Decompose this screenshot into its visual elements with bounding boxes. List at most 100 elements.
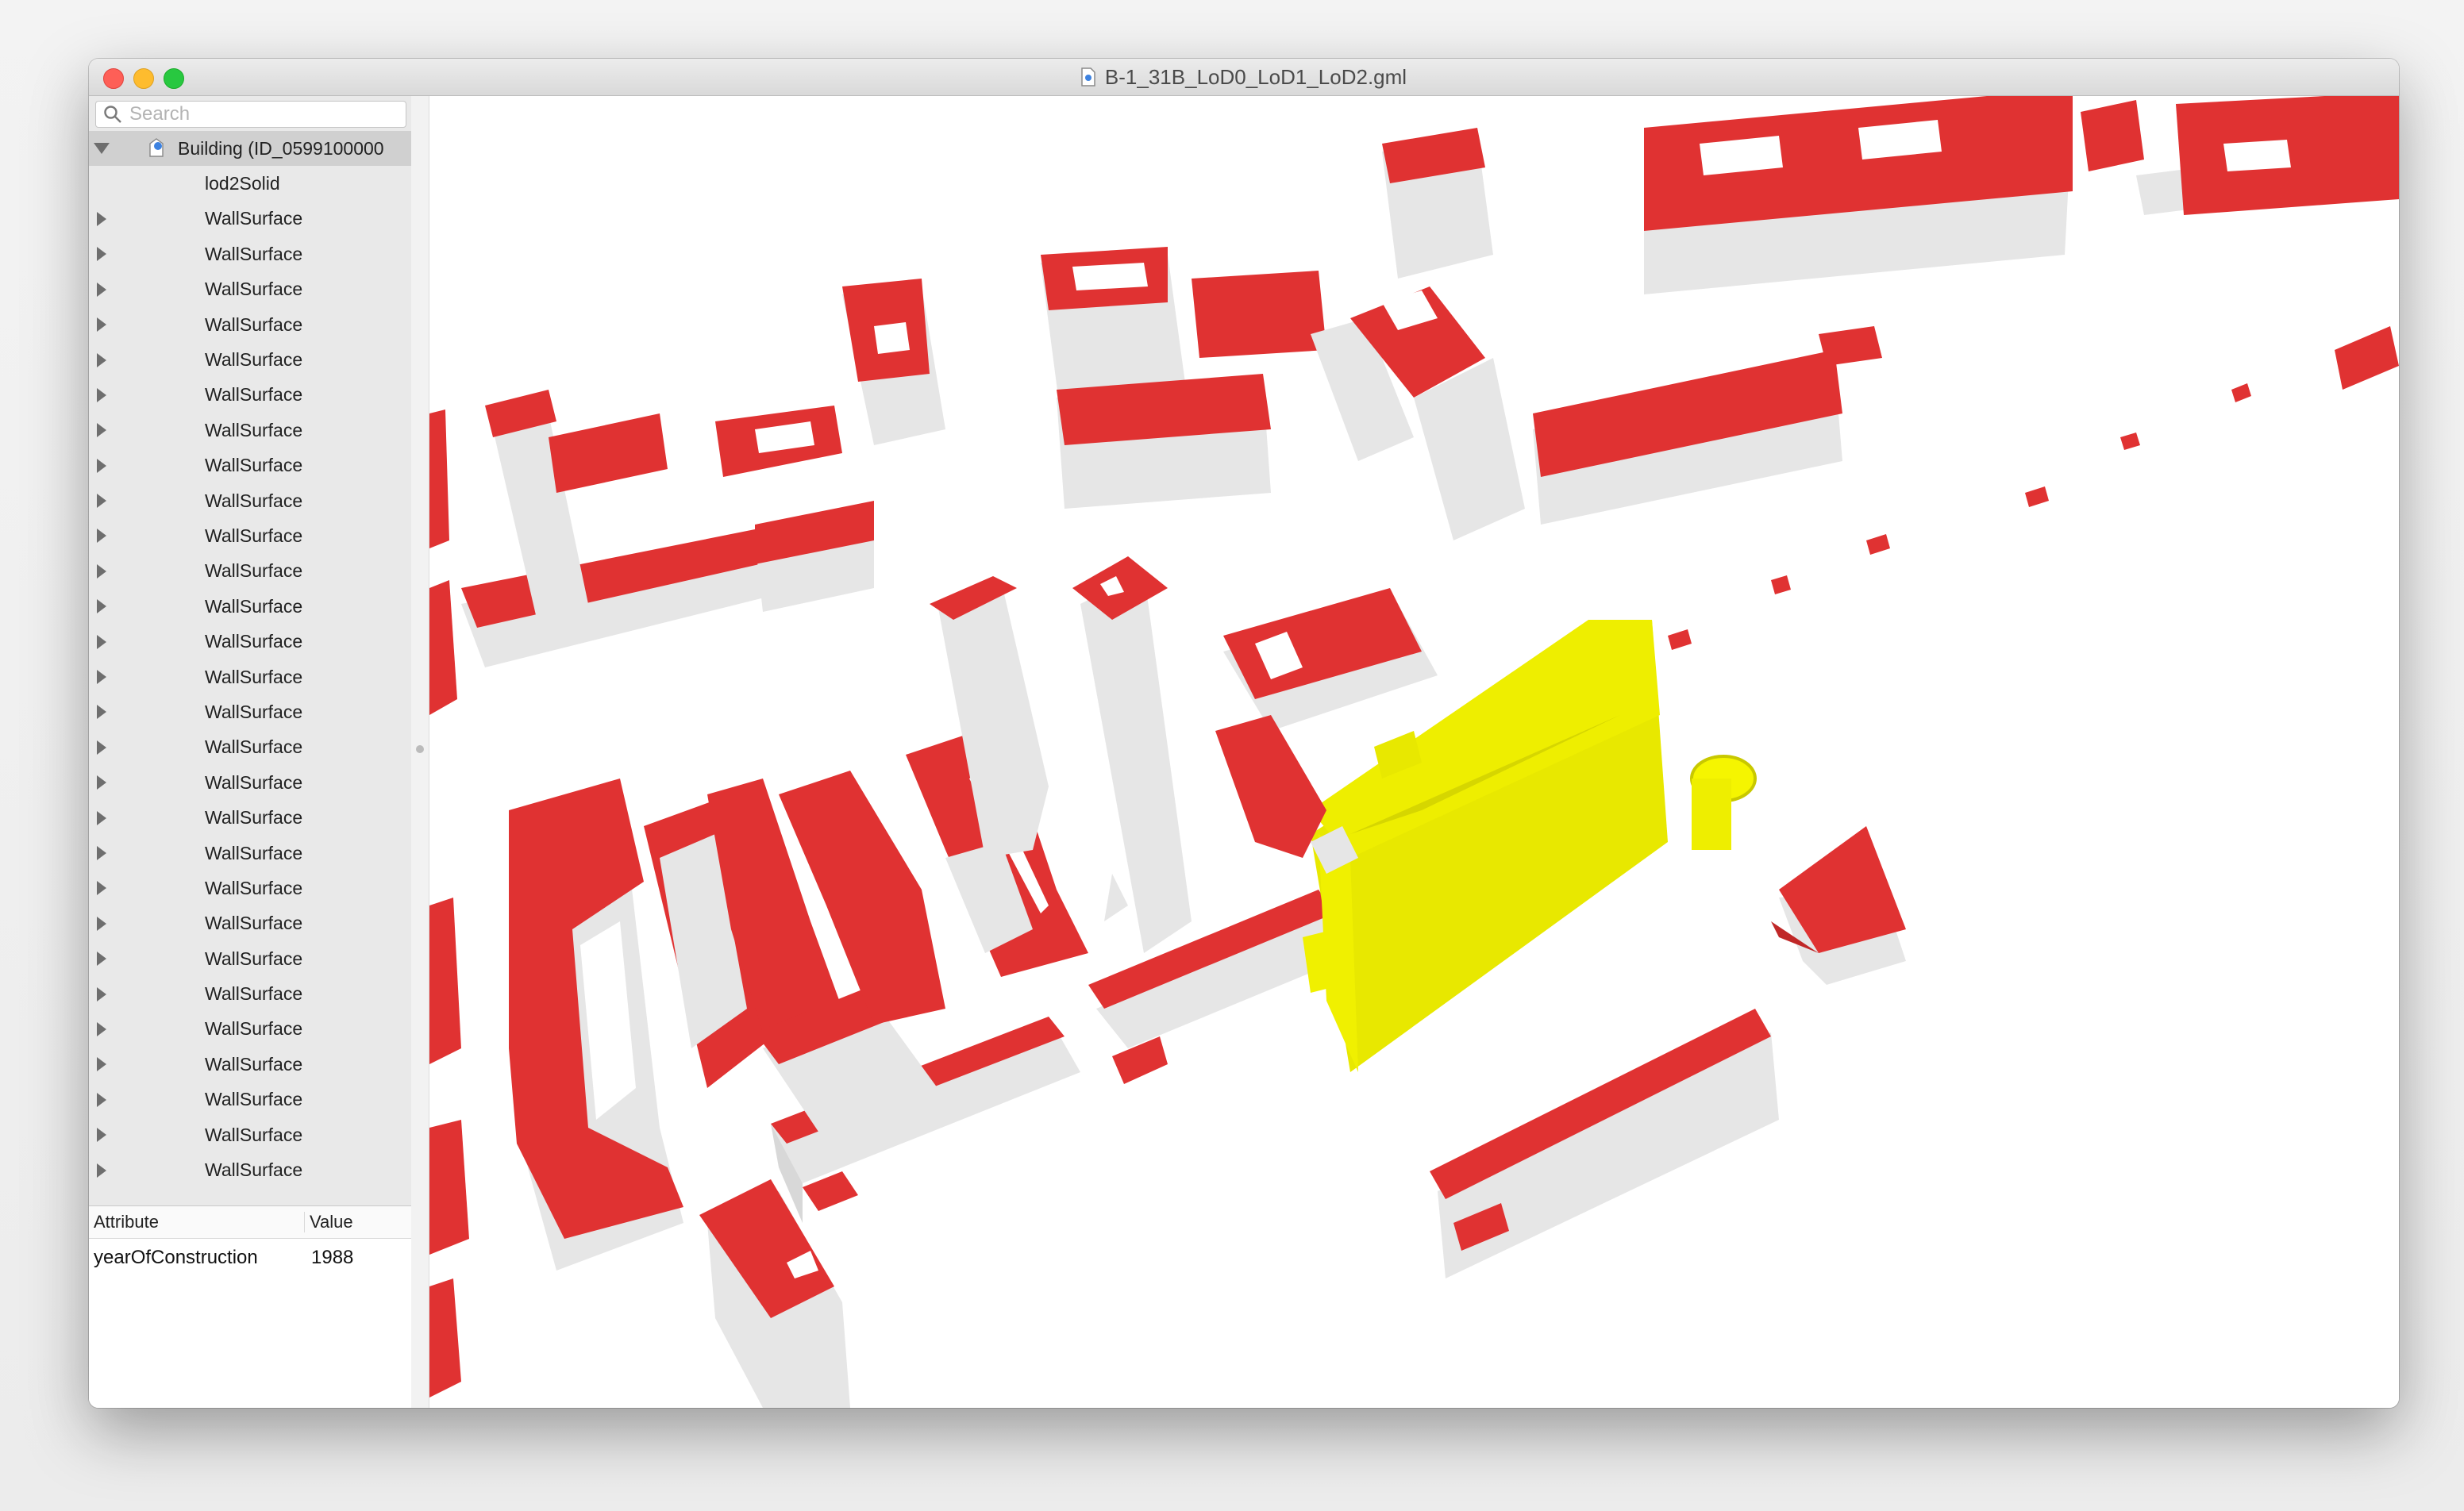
disclosure-right-icon[interactable] <box>97 317 106 333</box>
disclosure-right-icon[interactable] <box>97 423 106 438</box>
tree-row[interactable]: WallSurface <box>89 624 411 659</box>
gml-document-icon <box>1081 67 1095 87</box>
disclosure-right-icon[interactable] <box>97 458 106 473</box>
disclosure-right-icon[interactable] <box>97 211 106 226</box>
tree-row[interactable]: WallSurface <box>89 659 411 694</box>
column-header-attribute[interactable]: Attribute <box>89 1212 305 1232</box>
disclosure-right-icon[interactable] <box>97 916 106 931</box>
disclosure-down-icon[interactable] <box>94 143 110 155</box>
tree-row[interactable]: WallSurface <box>89 483 411 518</box>
disclosure-right-icon[interactable] <box>97 1092 106 1107</box>
column-header-value[interactable]: Value <box>305 1212 353 1232</box>
tree-row[interactable]: WallSurface <box>89 1012 411 1047</box>
disclosure-right-icon[interactable] <box>97 387 106 402</box>
tree-row[interactable]: WallSurface <box>89 342 411 377</box>
tree-row[interactable]: WallSurface <box>89 1082 411 1117</box>
disclosure-right-icon[interactable] <box>97 352 106 367</box>
tree-row[interactable]: WallSurface <box>89 307 411 342</box>
disclosure-right-icon[interactable] <box>97 775 106 790</box>
disclosure-right-icon[interactable] <box>97 634 106 649</box>
tree-row-label: WallSurface <box>205 490 303 511</box>
disclosure-right-icon[interactable] <box>97 670 106 685</box>
disclosure-right-icon[interactable] <box>97 1057 106 1072</box>
tree-row[interactable]: WallSurface <box>89 906 411 941</box>
tree-row[interactable]: WallSurface <box>89 1117 411 1152</box>
tree-row-label: WallSurface <box>205 525 303 546</box>
tree-row-label: WallSurface <box>205 983 303 1005</box>
tree-row-label: WallSurface <box>205 807 303 829</box>
tree-row[interactable]: WallSurface <box>89 1047 411 1082</box>
disclosure-right-icon[interactable] <box>97 810 106 825</box>
splitter-handle[interactable] <box>416 745 424 753</box>
tree-row-label: WallSurface <box>205 384 303 406</box>
pane-splitter[interactable] <box>411 96 429 1408</box>
app-window: B-1_31B_LoD0_LoD1_LoD2.gml Building (ID_… <box>89 59 2399 1408</box>
object-tree[interactable]: Building (ID_0599100000 lod2Solid WallSur… <box>89 131 411 1202</box>
tree-row[interactable]: WallSurface <box>89 202 411 236</box>
tree-row-label: WallSurface <box>205 736 303 758</box>
tree-row-label: WallSurface <box>205 1159 303 1181</box>
building-block <box>429 409 469 1398</box>
tree-row[interactable]: WallSurface <box>89 694 411 729</box>
tree-row[interactable]: WallSurface <box>89 554 411 589</box>
tree-row-label: WallSurface <box>205 771 303 793</box>
attribute-table: Attribute Value yearOfConstruction 1988 <box>89 1205 411 1408</box>
attribute-row[interactable]: yearOfConstruction 1988 <box>89 1239 411 1277</box>
building-block <box>842 247 1326 509</box>
tree-row-label: WallSurface <box>205 1124 303 1145</box>
tree-row[interactable]: lod2Solid <box>89 166 411 201</box>
tree-row-label: WallSurface <box>205 948 303 969</box>
tree-row[interactable]: WallSurface <box>89 765 411 800</box>
tree-row[interactable]: WallSurface <box>89 236 411 271</box>
tree-row[interactable]: WallSurface <box>89 976 411 1011</box>
tree-row-label: WallSurface <box>205 349 303 371</box>
tree-row[interactable]: WallSurface <box>89 272 411 307</box>
disclosure-right-icon[interactable] <box>97 1128 106 1143</box>
tree-row-label: WallSurface <box>205 560 303 582</box>
disclosure-right-icon[interactable] <box>97 881 106 896</box>
building-block <box>707 771 945 1144</box>
disclosure-right-icon[interactable] <box>97 529 106 544</box>
3d-viewport[interactable] <box>429 96 2399 1408</box>
disclosure-right-icon[interactable] <box>97 740 106 755</box>
tree-row[interactable]: WallSurface <box>89 730 411 765</box>
tree-row-label: WallSurface <box>205 1053 303 1075</box>
disclosure-right-icon[interactable] <box>97 986 106 1002</box>
tree-row[interactable]: WallSurface <box>89 941 411 976</box>
tree-row-label: lod2Solid <box>205 173 280 194</box>
tree-row[interactable]: WallSurface <box>89 800 411 835</box>
tree-row[interactable]: WallSurface <box>89 836 411 871</box>
attribute-value: 1988 <box>311 1247 354 1268</box>
tree-row-label: WallSurface <box>205 243 303 264</box>
tree-row[interactable]: WallSurface <box>89 589 411 624</box>
tree-row[interactable]: WallSurface <box>89 518 411 553</box>
tree-row-building[interactable]: Building (ID_0599100000 <box>89 131 411 167</box>
disclosure-right-icon[interactable] <box>97 1021 106 1036</box>
disclosure-right-icon[interactable] <box>97 282 106 297</box>
building-block <box>1771 826 1906 985</box>
disclosure-right-icon[interactable] <box>97 247 106 262</box>
disclosure-right-icon[interactable] <box>97 599 106 614</box>
tree-row[interactable]: WallSurface <box>89 448 411 483</box>
tree-row[interactable]: WallSurface <box>89 1152 411 1187</box>
title-bar[interactable]: B-1_31B_LoD0_LoD1_LoD2.gml <box>89 59 2399 96</box>
disclosure-right-icon[interactable] <box>97 952 106 967</box>
city-model-render[interactable] <box>429 96 2399 1408</box>
search-input[interactable] <box>128 102 393 126</box>
tree-row[interactable]: WallSurface <box>89 871 411 905</box>
tree-row-label: WallSurface <box>205 842 303 863</box>
attribute-table-header: Attribute Value <box>89 1206 411 1239</box>
tree-row[interactable]: WallSurface <box>89 413 411 448</box>
window-title: B-1_31B_LoD0_LoD1_LoD2.gml <box>1104 64 1407 89</box>
disclosure-right-icon[interactable] <box>97 1163 106 1178</box>
building-block <box>461 390 874 667</box>
disclosure-right-icon[interactable] <box>97 705 106 720</box>
tree-row-label: WallSurface <box>205 631 303 652</box>
building-block <box>1382 96 2399 294</box>
disclosure-right-icon[interactable] <box>97 846 106 860</box>
tree-row-label: WallSurface <box>205 1089 303 1110</box>
tree-row[interactable]: WallSurface <box>89 378 411 413</box>
disclosure-right-icon[interactable] <box>97 494 106 509</box>
search-field[interactable] <box>95 101 406 128</box>
disclosure-right-icon[interactable] <box>97 563 106 579</box>
